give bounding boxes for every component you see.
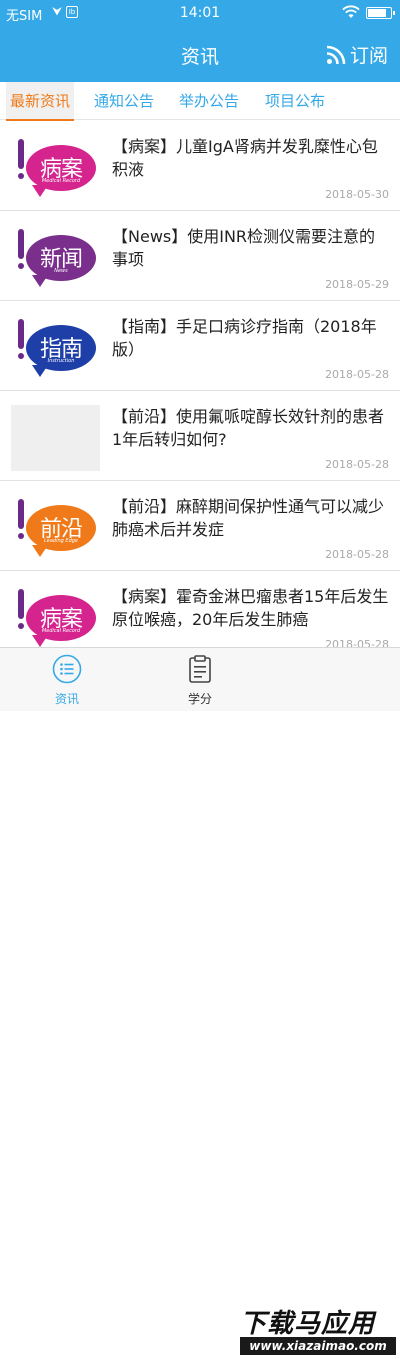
clipboard-icon <box>189 655 211 683</box>
article-thumbnail: 新闻 News <box>12 229 100 287</box>
article-title: 【病案】儿童IgA肾病并发乳糜性心包积液 <box>112 137 378 179</box>
tabbar-label: 学分 <box>187 692 212 706</box>
article-list: 病案 Medical Record 【病案】儿童IgA肾病并发乳糜性心包积液 2… <box>0 121 400 647</box>
thumbnail-subtitle: Medical Record <box>41 628 81 634</box>
thumbnail-subtitle: Medical Record <box>41 178 81 184</box>
article-title: 【病案】霍奇金淋巴瘤患者15年后发生原位喉癌，20年后发生肺癌 <box>112 587 389 629</box>
exclamation-icon <box>18 319 24 359</box>
article-thumbnail: 病案 Medical Record <box>12 589 100 647</box>
article-date: 2018-05-28 <box>325 368 389 381</box>
wifi-icon <box>342 5 360 23</box>
tab-latest-news[interactable]: 最新资讯 <box>6 82 75 121</box>
image-placeholder <box>11 405 100 471</box>
thumbnail-subtitle: Leading Edge <box>43 538 78 544</box>
exclamation-icon <box>18 589 24 629</box>
clock: 14:01 <box>179 5 221 21</box>
subscribe-label: 订阅 <box>349 45 388 67</box>
article-item[interactable]: 前沿 Leading Edge 【前沿】麻醉期间保护性通气可以减少肺癌术后并发症… <box>0 481 400 571</box>
tab-project-publications[interactable]: 项目公布 <box>265 82 325 120</box>
article-date: 2018-05-28 <box>325 638 389 647</box>
speech-bubble-icon: 前沿 Leading Edge <box>26 505 96 557</box>
subscribe-button[interactable]: 订阅 <box>326 41 388 68</box>
tabbar-label: 资讯 <box>54 692 79 706</box>
tabbar-credits[interactable]: 学分 <box>150 648 250 712</box>
tabbar-news[interactable]: 资讯 <box>17 648 117 712</box>
speech-bubble-icon: 指南 Instruction <box>26 325 96 377</box>
watermark-logo: 下载马应用 www.xiazaimao.com <box>236 1301 400 1359</box>
nav-bar: 资讯 订阅 <box>0 26 400 82</box>
thumbnail-subtitle: Instruction <box>47 358 75 364</box>
tab-notices[interactable]: 通知公告 <box>94 82 154 120</box>
thumbnail-subtitle: News <box>54 268 68 274</box>
article-title: 【指南】手足口病诊疗指南（2018年版） <box>112 317 377 359</box>
article-item[interactable]: 指南 Instruction 【指南】手足口病诊疗指南（2018年版） 2018… <box>0 301 400 391</box>
article-date: 2018-05-28 <box>325 548 389 561</box>
exclamation-icon <box>18 499 24 539</box>
speech-bubble-icon: 新闻 News <box>26 235 96 287</box>
tab-event-announcements[interactable]: 举办公告 <box>179 82 239 120</box>
article-date: 2018-05-30 <box>325 188 389 201</box>
speech-bubble-icon: 病案 Medical Record <box>26 145 96 197</box>
exclamation-icon <box>18 229 24 269</box>
article-thumbnail: 病案 Medical Record <box>12 139 100 197</box>
article-date: 2018-05-29 <box>325 278 389 291</box>
article-item[interactable]: 【前沿】使用氟哌啶醇长效针剂的患者1年后转归如何? 2018-05-28 <box>0 391 400 481</box>
article-title: 【前沿】麻醉期间保护性通气可以减少肺癌术后并发症 <box>112 497 385 539</box>
watermark-url: www.xiazaimao.com <box>240 1337 396 1355</box>
rss-icon <box>326 45 346 64</box>
category-tabs: 最新资讯 通知公告 举办公告 项目公布 <box>0 82 400 121</box>
watermark-title: 下载马应用 <box>240 1309 376 1339</box>
article-item[interactable]: 新闻 News 【News】使用INR检测仪需要注意的事项 2018-05-29 <box>0 211 400 301</box>
speech-bubble-icon: 病案 Medical Record <box>26 595 96 647</box>
article-item[interactable]: 病案 Medical Record 【病案】霍奇金淋巴瘤患者15年后发生原位喉癌… <box>0 571 400 647</box>
article-title: 【News】使用INR检测仪需要注意的事项 <box>112 227 376 269</box>
article-date: 2018-05-28 <box>325 458 389 471</box>
battery-icon <box>366 7 395 19</box>
list-icon <box>52 654 82 684</box>
bottom-tab-bar: 资讯 学分 下载马应用 www.xiazaimao.com <box>0 647 400 1359</box>
article-thumbnail: 指南 Instruction <box>12 319 100 377</box>
status-bar: 无SIM ⮟ Ib 14:01 <box>0 0 400 26</box>
exclamation-icon <box>18 139 24 179</box>
article-thumbnail: 前沿 Leading Edge <box>12 499 100 557</box>
article-title: 【前沿】使用氟哌啶醇长效针剂的患者1年后转归如何? <box>112 407 385 449</box>
article-item[interactable]: 病案 Medical Record 【病案】儿童IgA肾病并发乳糜性心包积液 2… <box>0 121 400 211</box>
